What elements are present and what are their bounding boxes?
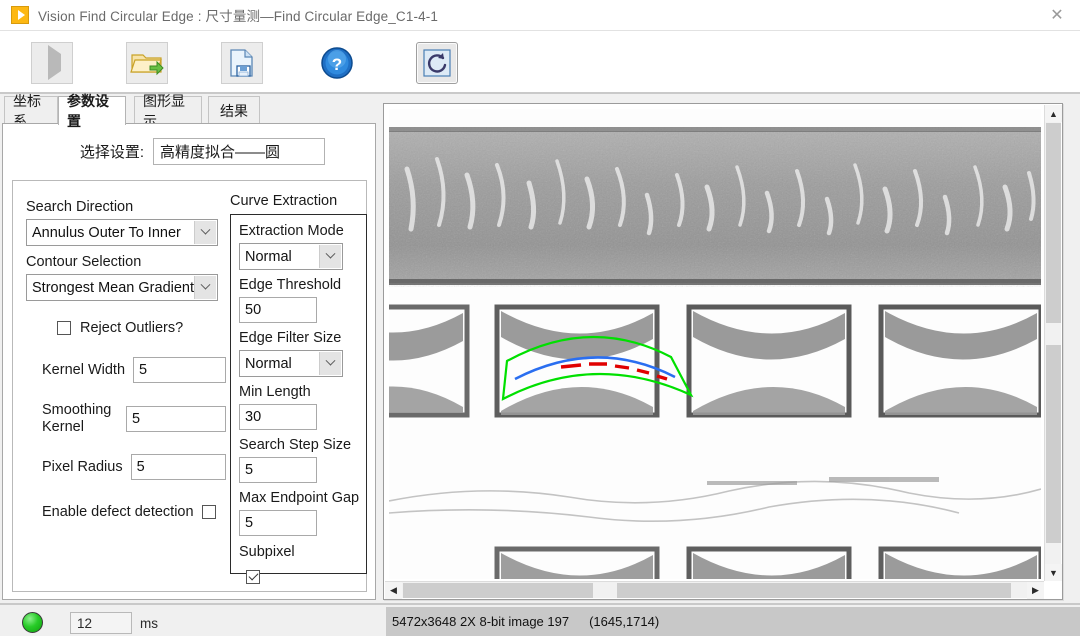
min-length-label: Min Length: [239, 384, 311, 400]
chevron-down-icon[interactable]: [194, 276, 216, 299]
toolbar: ?: [0, 31, 1080, 94]
pixel-radius-label: Pixel Radius: [42, 459, 123, 475]
left-column: Search Direction Annulus Outer To Inner …: [26, 197, 226, 522]
status-led-icon: [22, 612, 43, 633]
pixel-radius-row: Pixel Radius 5: [42, 454, 226, 480]
edge-filter-size-select[interactable]: Normal: [239, 350, 343, 377]
scroll-right-icon[interactable]: ▶: [1027, 582, 1044, 599]
play-icon: [44, 45, 61, 80]
horizontal-scroll-thumb-right[interactable]: [617, 583, 1011, 598]
save-button[interactable]: [221, 42, 263, 84]
subpixel-label: Subpixel: [239, 544, 295, 560]
title-bar: Vision Find Circular Edge : 尺寸量测—Find Ci…: [0, 0, 1080, 31]
status-bar: 12 ms 5472x3648 2X 8-bit image 197 (1645…: [0, 603, 1080, 636]
vertical-scroll-thumb-lower[interactable]: [1046, 345, 1061, 543]
inspection-image: [389, 109, 1041, 579]
scroll-up-icon[interactable]: ▲: [1045, 105, 1062, 122]
extraction-mode-select[interactable]: Normal: [239, 243, 343, 270]
application-window: Vision Find Circular Edge : 尺寸量测—Find Ci…: [0, 0, 1080, 636]
horizontal-scrollbar[interactable]: ◀ ▶: [385, 581, 1044, 599]
refresh-circular-arrow-icon: [423, 49, 451, 77]
edge-filter-size-label: Edge Filter Size: [239, 330, 342, 346]
select-setting-label: 选择设置:: [79, 144, 144, 161]
help-button[interactable]: ?: [316, 42, 358, 84]
save-file-icon: [230, 49, 253, 77]
curve-extraction-fields: Extraction Mode Normal Edge Threshold 50…: [239, 221, 359, 584]
chevron-down-icon[interactable]: [319, 245, 341, 268]
tab-label: 参数设置: [67, 93, 109, 129]
select-setting-combo[interactable]: 高精度拟合——圆: [153, 138, 325, 165]
curve-extraction-title: Curve Extraction: [230, 193, 338, 209]
parameters-group: Search Direction Annulus Outer To Inner …: [12, 180, 367, 592]
contour-selection-label: Contour Selection: [26, 254, 142, 270]
scroll-left-icon[interactable]: ◀: [385, 582, 402, 599]
help-question-icon: ?: [321, 47, 353, 79]
tab-results[interactable]: 结果: [208, 96, 260, 124]
image-canvas[interactable]: [389, 109, 1041, 579]
edge-threshold-label: Edge Threshold: [239, 277, 342, 293]
max-endpoint-gap-input[interactable]: 5: [239, 510, 317, 536]
window-title: Vision Find Circular Edge : 尺寸量测—Find Ci…: [38, 9, 439, 24]
chevron-down-icon[interactable]: [319, 352, 341, 375]
subpixel-checkbox[interactable]: [246, 570, 260, 584]
image-info-text: 5472x3648 2X 8-bit image 197: [392, 614, 570, 629]
max-endpoint-gap-label: Max Endpoint Gap: [239, 490, 360, 506]
image-view-panel: ▲ ▼ ◀ ▶: [383, 103, 1063, 600]
enable-defect-detection-checkbox[interactable]: [201, 505, 216, 519]
app-play-icon: [11, 6, 29, 24]
tab-parameter-settings[interactable]: 参数设置: [58, 93, 126, 129]
chevron-down-icon[interactable]: [194, 221, 216, 244]
reject-outliers-row[interactable]: Reject Outliers?: [57, 318, 226, 338]
svg-text:?: ?: [332, 55, 342, 74]
search-direction-label: Search Direction: [26, 199, 134, 215]
tab-strip: 坐标系 参数设置 图形显示 结果: [0, 93, 380, 129]
scroll-down-icon[interactable]: ▼: [1045, 564, 1062, 581]
pixel-radius-input[interactable]: 5: [130, 454, 226, 480]
refresh-button[interactable]: [416, 42, 458, 84]
execution-time-unit: ms: [140, 616, 158, 631]
min-length-input[interactable]: 30: [239, 404, 317, 430]
search-step-size-input[interactable]: 5: [239, 457, 317, 483]
edge-filter-size-value: Normal: [245, 355, 292, 372]
enable-defect-detection-label: Enable defect detection: [42, 504, 194, 520]
enable-defect-detection-row[interactable]: Enable defect detection: [42, 502, 226, 522]
parameter-panel: 选择设置: 高精度拟合——圆 Search Direction Annulus …: [2, 123, 376, 600]
close-icon[interactable]: ✕: [1034, 0, 1080, 31]
contour-selection-select[interactable]: Strongest Mean Gradient: [26, 274, 218, 301]
image-info-bar: 5472x3648 2X 8-bit image 197 (1645,1714): [386, 607, 1080, 636]
search-step-size-label: Search Step Size: [239, 437, 352, 453]
smoothing-kernel-label: Smoothing Kernel: [42, 402, 112, 435]
reject-outliers-checkbox[interactable]: [57, 321, 71, 335]
search-direction-value: Annulus Outer To Inner: [32, 224, 181, 241]
execution-time-value: 12: [70, 612, 132, 634]
kernel-width-input[interactable]: 5: [133, 357, 226, 383]
tab-label: 结果: [220, 102, 248, 119]
tab-graphic-display[interactable]: 图形显示: [134, 93, 202, 129]
reject-outliers-label: Reject Outliers?: [80, 320, 184, 336]
select-setting-row: 选择设置: 高精度拟合——圆: [3, 138, 375, 165]
open-button[interactable]: [126, 42, 168, 84]
kernel-width-label: Kernel Width: [42, 362, 126, 378]
tab-coordinate-system[interactable]: 坐标系: [4, 93, 58, 129]
edge-threshold-input[interactable]: 50: [239, 297, 317, 323]
kernel-width-row: Kernel Width 5: [42, 357, 226, 383]
smoothing-kernel-input[interactable]: 5: [126, 406, 226, 432]
search-direction-select[interactable]: Annulus Outer To Inner: [26, 219, 218, 246]
open-folder-icon: [130, 54, 164, 76]
curve-extraction-group: Extraction Mode Normal Edge Threshold 50…: [230, 214, 367, 584]
cursor-coordinates: (1645,1714): [589, 614, 660, 629]
vertical-scrollbar[interactable]: ▲ ▼: [1044, 105, 1062, 581]
horizontal-scroll-thumb-left[interactable]: [403, 583, 593, 598]
smoothing-kernel-row: Smoothing Kernel 5: [42, 402, 226, 436]
contour-selection-value: Strongest Mean Gradient: [32, 279, 195, 296]
extraction-mode-value: Normal: [245, 248, 292, 265]
run-button[interactable]: [31, 42, 73, 84]
vertical-scroll-thumb-upper[interactable]: [1046, 123, 1061, 323]
extraction-mode-label: Extraction Mode: [239, 223, 344, 239]
